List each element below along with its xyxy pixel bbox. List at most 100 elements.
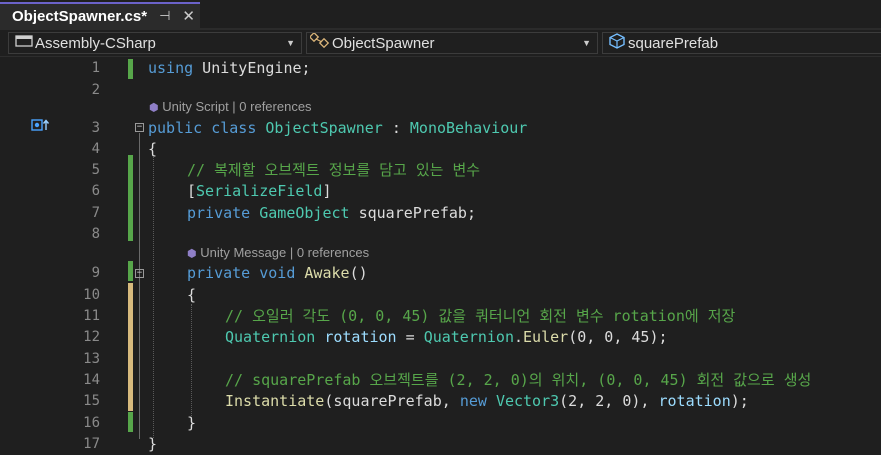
code-fragment: [ — [187, 182, 197, 200]
code-line-3: 3 public class ObjectSpawner : MonoBehav… — [0, 117, 881, 139]
project-label: Assembly-CSharp — [35, 34, 156, 52]
line-number: 17 — [83, 436, 100, 452]
type-name: GameObject — [259, 204, 350, 222]
tab-title: ObjectSpawner.cs* — [12, 7, 148, 25]
line-number: 9 — [91, 265, 100, 281]
chevron-down-icon: ▼ — [582, 38, 591, 48]
code-line-4: 4 { — [0, 138, 881, 160]
comment: // squarePrefab 오브젝트를 (2, 2, 0)의 위치, (0,… — [225, 371, 812, 389]
type-name: Quaternion — [225, 328, 316, 346]
code-fragment: (0, 0, 45); — [568, 328, 668, 346]
keyword: private void — [187, 264, 296, 282]
unity-message-icon: ⬢ — [187, 248, 197, 260]
keyword: using — [148, 59, 194, 77]
keyword: private — [187, 204, 251, 222]
tab-strip: ObjectSpawner.cs* ⊣ ✕ — [0, 0, 881, 30]
code-fragment: (squarePrefab, — [324, 392, 460, 410]
line-number: 2 — [91, 82, 100, 98]
code-line-14: 14 // squarePrefab 오브젝트를 (2, 2, 0)의 위치, … — [0, 369, 881, 391]
line-number: 5 — [91, 162, 100, 178]
method-name: Awake — [304, 264, 350, 282]
code-line-11: 11 // 오일러 각도 (0, 0, 45) 값을 쿼터니언 회전 변수 ro… — [0, 305, 881, 327]
method-name: Instantiate — [225, 392, 325, 410]
codelens-text: Unity Message | 0 references — [200, 245, 370, 260]
code-line-1: 1 using UnityEngine; — [0, 57, 881, 79]
chevron-down-icon: ▼ — [286, 38, 295, 48]
tab-objectspawner[interactable]: ObjectSpawner.cs* ⊣ ✕ — [0, 2, 200, 28]
unity-script-icon: ⬢ — [149, 102, 159, 114]
keyword: public class — [148, 119, 257, 137]
comment: // 오일러 각도 (0, 0, 45) 값을 쿼터니언 회전 변수 rotat… — [225, 307, 736, 325]
code-editor[interactable]: − − 1 using UnityEngine; 2 ⬢ Unity Scrip… — [0, 57, 881, 454]
line-number: 12 — [83, 329, 100, 345]
code-line-10: 10 { — [0, 284, 881, 306]
base-class: MonoBehaviour — [409, 119, 528, 137]
line-number: 8 — [91, 226, 100, 242]
line-number: 13 — [83, 351, 100, 367]
attribute: SerializeField — [196, 182, 323, 200]
code-line-9: 9 private void Awake() — [0, 262, 881, 284]
code-text: { — [148, 140, 158, 158]
code-fragment: squarePrefab; — [349, 204, 476, 222]
code-text: private void Awake() — [187, 262, 368, 284]
code-line-5: 5 // 복제할 오브젝트 정보를 담고 있는 변수 — [0, 159, 881, 181]
field-icon — [608, 33, 626, 53]
code-fragment: . — [514, 328, 524, 346]
type-name: Vector3 — [495, 392, 560, 410]
pin-icon[interactable]: ⊣ — [159, 9, 170, 24]
line-number: 7 — [91, 205, 100, 221]
code-text: private GameObject squarePrefab; — [187, 202, 476, 224]
code-text: Instantiate(squarePrefab, new Vector3(2,… — [225, 390, 749, 412]
code-line-15: 15 Instantiate(squarePrefab, new Vector3… — [0, 390, 881, 412]
csharp-project-icon — [15, 34, 33, 52]
code-line-17: 17 } — [0, 433, 881, 455]
code-fragment: : — [382, 119, 410, 137]
code-text: } — [187, 414, 197, 432]
class-dropdown[interactable]: ObjectSpawner ▼ — [306, 31, 598, 54]
line-number: 10 — [83, 287, 100, 303]
keyword: new — [459, 392, 487, 410]
comment: // 복제할 오브젝트 정보를 담고 있는 변수 — [187, 161, 481, 179]
code-line-12: 12 Quaternion rotation = Quaternion.Eule… — [0, 326, 881, 348]
variable: rotation — [658, 392, 731, 410]
code-fragment: (2, 2, 0), — [559, 392, 659, 410]
code-line-13: 13 — [0, 348, 881, 370]
code-line-7: 7 private GameObject squarePrefab; — [0, 202, 881, 224]
line-number: 16 — [83, 415, 100, 431]
codelens-text: Unity Script | 0 references — [162, 99, 312, 114]
code-line-16: 16 } — [0, 412, 881, 434]
code-fragment: () — [349, 264, 368, 282]
line-number: 1 — [91, 60, 100, 76]
close-icon[interactable]: ✕ — [182, 7, 195, 25]
code-text: using UnityEngine; — [148, 57, 311, 79]
line-number: 14 — [83, 372, 100, 388]
line-number: 6 — [91, 183, 100, 199]
line-number: 11 — [83, 308, 100, 324]
code-line-6: 6 [SerializeField] — [0, 180, 881, 202]
code-text: Quaternion rotation = Quaternion.Euler(0… — [225, 326, 668, 348]
code-line-8: 8 — [0, 223, 881, 245]
code-line-2: 2 — [0, 79, 881, 101]
codelens-class[interactable]: ⬢ Unity Script | 0 references — [149, 96, 312, 118]
method-name: Euler — [523, 328, 569, 346]
line-number: 15 — [83, 393, 100, 409]
navigation-bar: Assembly-CSharp ▼ ObjectSpawner ▼ square… — [0, 30, 881, 57]
line-number: 3 — [91, 120, 100, 136]
member-label: squarePrefab — [628, 34, 719, 52]
code-fragment: = — [396, 328, 424, 346]
code-fragment: ); — [730, 392, 749, 410]
project-dropdown[interactable]: Assembly-CSharp ▼ — [8, 32, 302, 54]
line-number: 4 — [91, 141, 100, 157]
code-text: { — [187, 286, 197, 304]
code-fragment: ] — [322, 182, 332, 200]
class-icon — [308, 31, 330, 53]
class-name: ObjectSpawner — [265, 119, 383, 137]
code-text: [SerializeField] — [187, 180, 332, 202]
variable: rotation — [324, 328, 397, 346]
code-text: public class ObjectSpawner : MonoBehavio… — [148, 117, 527, 139]
codelens-method[interactable]: ⬢ Unity Message | 0 references — [187, 242, 369, 264]
code-text: } — [148, 435, 158, 453]
class-label: ObjectSpawner — [332, 34, 435, 52]
code-fragment: UnityEngine; — [193, 59, 311, 77]
member-dropdown[interactable]: squarePrefab — [602, 32, 881, 54]
